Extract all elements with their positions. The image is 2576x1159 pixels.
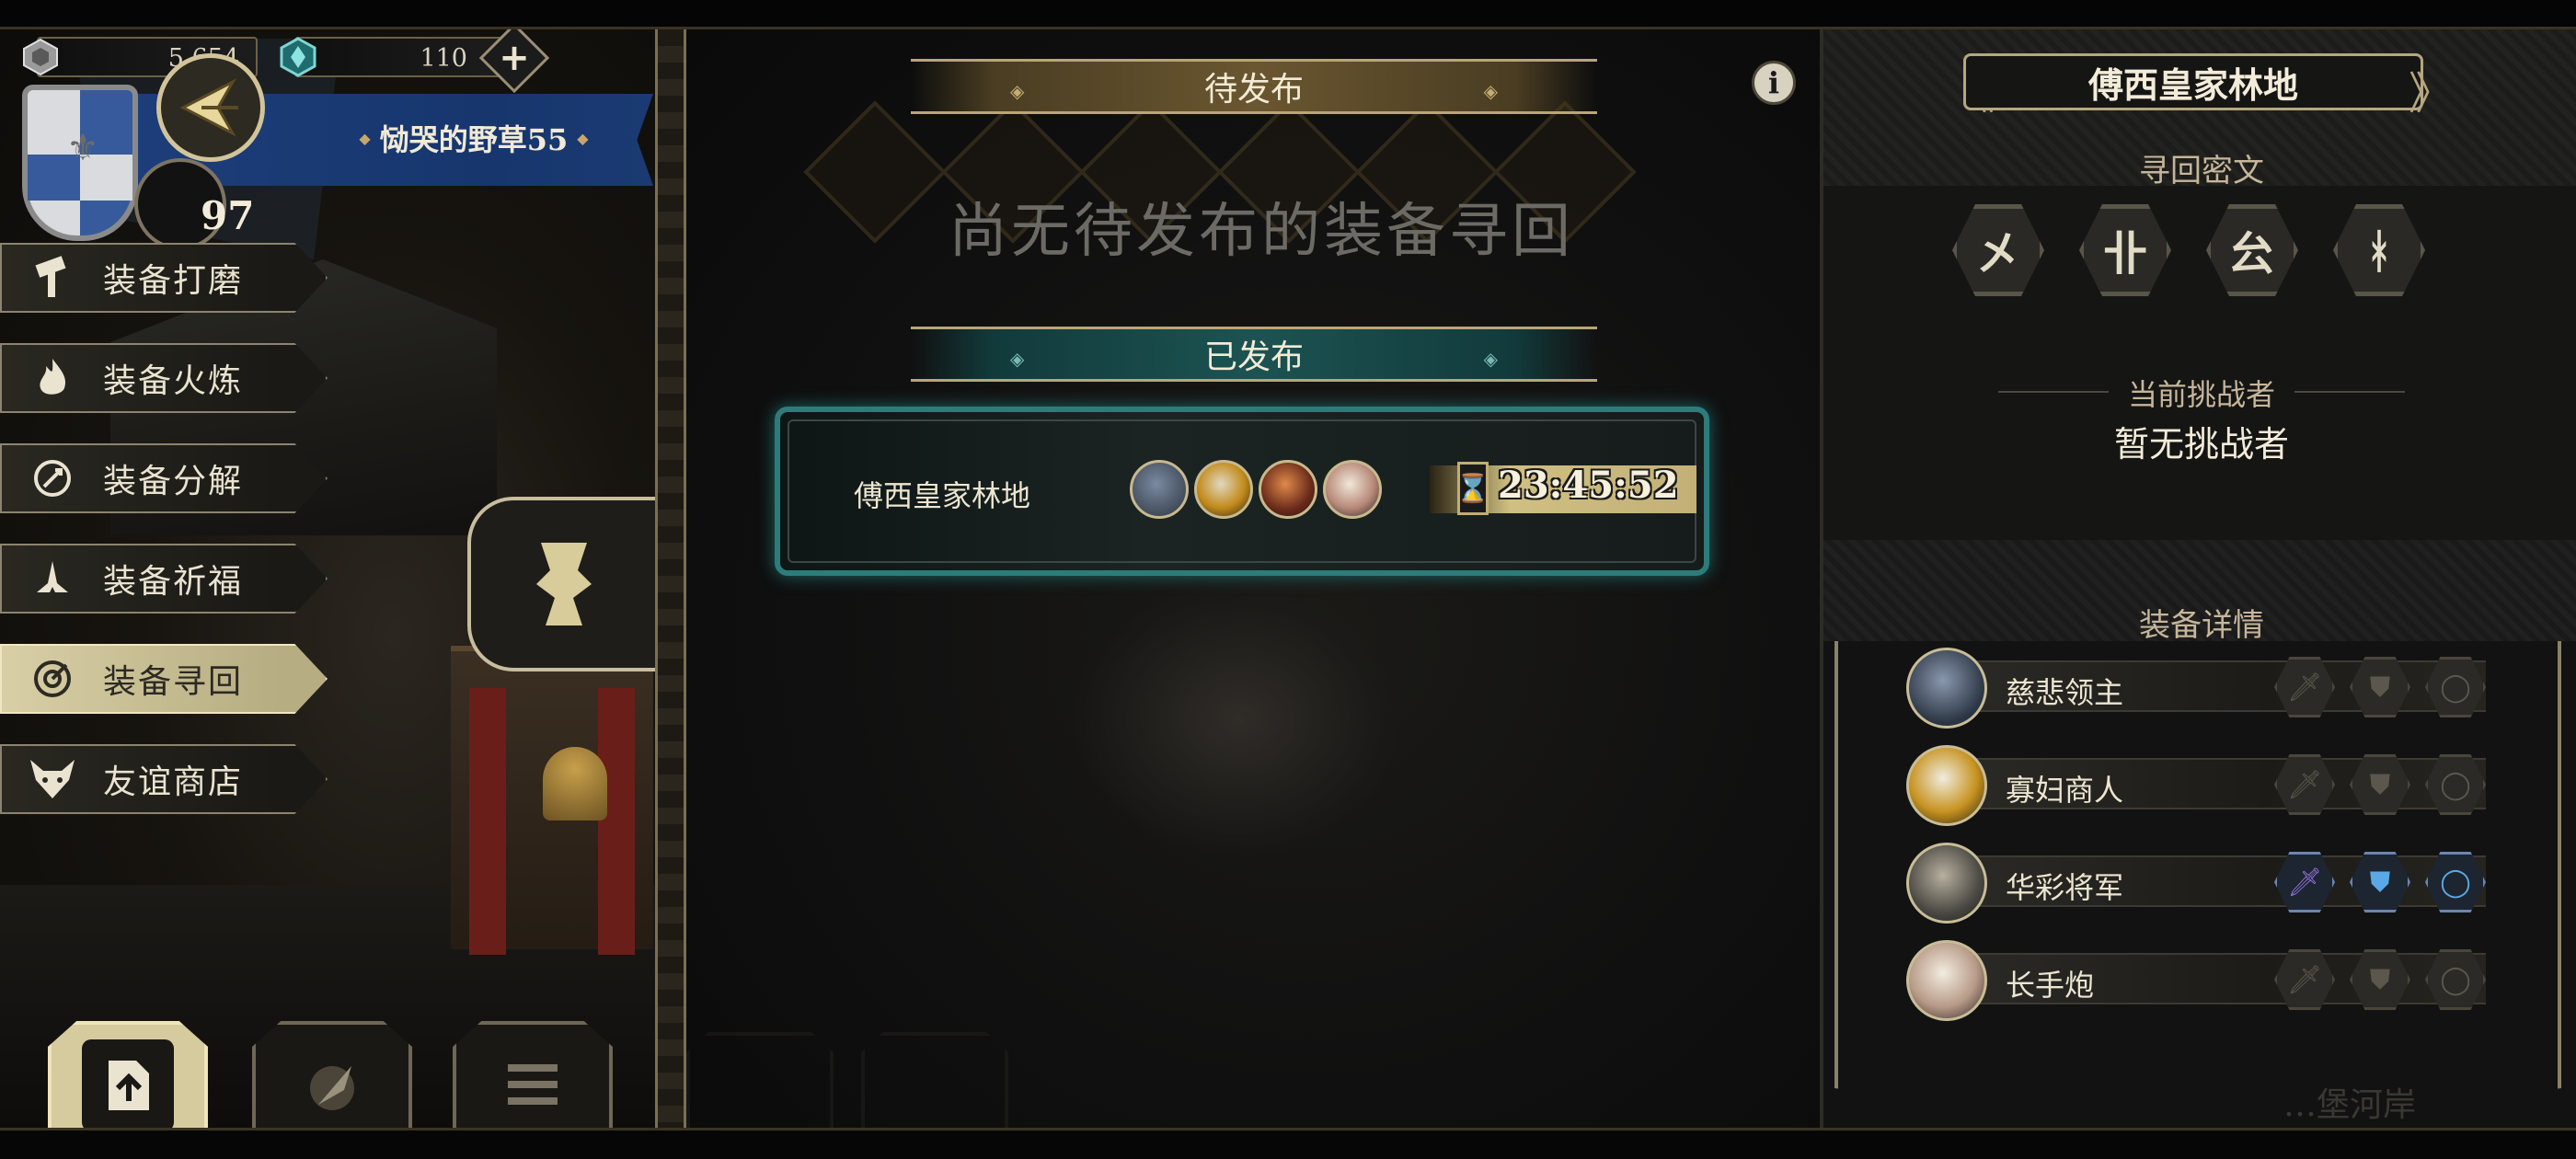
player-level: 97	[201, 193, 255, 238]
background-tab	[686, 1032, 834, 1128]
published-retrieval-card[interactable]: 傅西皇家林地 ⌛ 23:45:52	[775, 407, 1709, 576]
challenger-value: 暂无挑战者	[2113, 424, 2289, 465]
info-button[interactable]: i	[1752, 61, 1796, 105]
fox-icon	[2, 744, 103, 814]
top-frame	[0, 0, 2576, 29]
goat-avatar-icon	[1323, 460, 1382, 519]
plus-icon: +	[499, 37, 530, 79]
quill-tab[interactable]	[252, 1021, 412, 1128]
list-icon	[487, 1039, 579, 1128]
shop-pillar	[598, 688, 635, 955]
menu-item-blessing[interactable]: 装备祈福	[0, 544, 328, 614]
equipment-title: 装备详情	[2139, 607, 2264, 644]
rune-slot[interactable]: 卝	[2079, 204, 2171, 296]
rune-slot[interactable]: 㕕	[2206, 204, 2298, 296]
published-section-title: 已发布	[1203, 339, 1304, 376]
gem-amount: 110	[420, 44, 467, 73]
hero-name: 寡妇商人	[2006, 773, 2124, 808]
faint-location-text: …堡河岸	[2283, 1086, 2417, 1124]
rune-glyph: 㐅	[1975, 226, 2021, 281]
prayer-hands-icon	[2, 544, 103, 614]
rune-slot[interactable]: ᚼ	[2333, 204, 2425, 296]
equipment-row[interactable]: 长手炮 🗡 ⛊ ◯	[1906, 940, 2486, 1021]
rune-glyph: ᚼ	[2365, 223, 2393, 278]
pending-empty-message: 尚无待发布的装备寻回	[949, 198, 1574, 266]
player-name: 恸哭的野草55	[322, 112, 626, 164]
hero-name: 慈悲领主	[2006, 675, 2124, 710]
cipher-title: 寻回密文	[2139, 153, 2264, 189]
pending-section-title: 待发布	[1203, 71, 1304, 109]
menu-item-friendship-shop[interactable]: 友谊商店	[0, 744, 328, 814]
menu-item-label: 装备寻回	[103, 663, 244, 701]
hammer-icon	[2, 243, 103, 313]
menu-item-label: 装备打磨	[103, 262, 244, 300]
retrieve-center-panel: i ◈ 待发布 ◈ 尚无待发布的装备寻回 ◈ 已发布 ◈ 傅西皇家林地 ⌛ 23…	[686, 29, 1820, 1128]
menu-item-decompose[interactable]: 装备分解	[0, 443, 328, 513]
retrieval-location-name: 傅西皇家林地	[854, 478, 1031, 513]
hero-portrait	[1906, 843, 1987, 924]
detail-title: 傅西皇家林地	[1963, 53, 2423, 110]
hourglass-icon: ⌛	[1455, 462, 1490, 515]
retrieval-detail-panel: 《 傅西皇家林地 》 寻回密文 㐅 卝 㕕 ᚼ 当前挑战者 暂无挑战者 装备详情…	[1820, 29, 2576, 1128]
bottom-frame	[0, 1128, 2576, 1159]
menu-item-retrieve[interactable]: 装备寻回	[0, 644, 328, 714]
arrow-rank-icon[interactable]	[156, 53, 265, 162]
hero-name: 长手炮	[2006, 968, 2095, 1003]
equipment-row[interactable]: 慈悲领主 🗡 ⛊ ◯	[1906, 648, 2486, 729]
hero-name: 华彩将军	[2006, 870, 2124, 905]
pending-section-header: ◈ 待发布 ◈	[911, 59, 1597, 114]
gem-resource-bar: 110	[294, 37, 506, 77]
shop-pillar	[469, 688, 506, 955]
menu-item-label: 装备分解	[103, 463, 244, 500]
gem-icon	[278, 37, 318, 77]
background-tab	[861, 1032, 1008, 1128]
menu-item-label: 装备火炼	[103, 362, 244, 400]
hero-portrait	[1906, 745, 1987, 826]
menu-item-label: 友谊商店	[103, 763, 244, 801]
hero-portrait	[1906, 940, 1987, 1021]
background-scene	[1073, 581, 1404, 857]
wolf-avatar-icon	[1130, 460, 1189, 519]
target-icon	[2, 644, 103, 714]
hero-portrait	[1906, 648, 1987, 729]
map-scroll-button[interactable]	[467, 497, 655, 671]
equipment-row[interactable]: 寡妇商人 🗡 ⛊ ◯	[1906, 745, 2486, 826]
bird-avatar-icon	[1194, 460, 1253, 519]
menu-item-flame-refine[interactable]: 装备火炼	[0, 343, 328, 413]
upload-icon	[82, 1039, 174, 1128]
left-panel: 5,654 110 + 恸哭的野草55 ⚜ 97 装备打磨 装备火炼	[0, 29, 655, 1128]
upload-tab[interactable]	[48, 1021, 208, 1128]
flame-icon	[2, 343, 103, 413]
quill-icon	[286, 1039, 378, 1128]
menu-item-label: 装备祈福	[103, 563, 244, 601]
bell-icon	[543, 747, 607, 820]
fleur-de-lis-shield-icon[interactable]: ⚜	[22, 85, 138, 241]
panel-divider	[655, 29, 686, 1128]
list-tab[interactable]	[453, 1021, 613, 1128]
silver-coin-icon	[20, 37, 61, 77]
published-section-header: ◈ 已发布 ◈	[911, 327, 1597, 382]
rune-glyph: 㕕	[2229, 226, 2275, 281]
equipment-row[interactable]: 华彩将军 🗡 ⛊ ◯	[1906, 843, 2486, 924]
challenger-label: 当前挑战者	[2127, 377, 2275, 412]
menu-item-polish[interactable]: 装备打磨	[0, 243, 328, 313]
rune-slot[interactable]: 㐅	[1952, 204, 2044, 296]
decompose-icon	[2, 443, 103, 513]
retrieval-timer: 23:45:52	[1498, 464, 1679, 507]
rune-glyph: 卝	[2102, 226, 2148, 281]
chevron-right-icon: 》	[2409, 68, 2454, 120]
dwarf-avatar-icon	[1259, 460, 1317, 519]
